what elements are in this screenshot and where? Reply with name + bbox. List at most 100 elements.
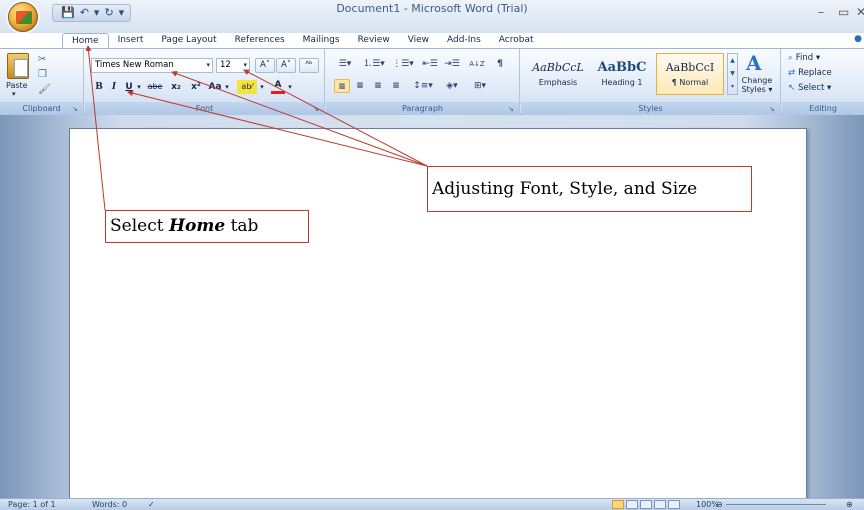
web-layout-view-button[interactable] — [640, 500, 652, 509]
styles-scroll-arrows[interactable]: ▲ ▼ ▾ — [727, 53, 738, 95]
subscript-button[interactable]: x₂ — [167, 80, 185, 94]
full-screen-view-button[interactable] — [626, 500, 638, 509]
view-buttons — [612, 500, 680, 509]
zoom-in-icon[interactable]: ⊕ — [846, 499, 853, 510]
style-normal[interactable]: AaBbCcI ¶ Normal — [656, 53, 724, 95]
style-name-label: Emphasis — [538, 78, 578, 87]
format-painter-icon[interactable]: 🖌 — [38, 84, 51, 95]
paragraph-label: Paragraph — [402, 104, 443, 113]
tab-add-ins[interactable]: Add-Ins — [438, 33, 490, 48]
change-styles-button[interactable]: Change Styles ▾ — [741, 76, 773, 94]
style-sample-text: AaBbCcI — [665, 61, 715, 74]
title-bar: 💾 ↶ ▾ ↻ ▾ Document1 - Microsoft Word (Tr… — [0, 0, 864, 33]
zoom-slider[interactable] — [726, 504, 826, 505]
change-case-button[interactable]: Aa — [207, 80, 223, 94]
tab-home[interactable]: Home — [62, 33, 109, 48]
paste-icon[interactable] — [7, 53, 29, 79]
strikethrough-button[interactable]: abe — [145, 80, 165, 94]
font-name-combo[interactable]: Times New Roman ▾ — [91, 58, 213, 73]
styles-launcher-icon[interactable]: ↘ — [769, 105, 777, 113]
change-case-dropdown-icon[interactable]: ▾ — [223, 80, 231, 94]
align-right-button[interactable]: ≡ — [370, 79, 386, 93]
paragraph-group-label: Paragraph — [326, 102, 519, 115]
replace-icon: ⇄ — [788, 68, 796, 78]
font-color-dropdown-icon[interactable]: ▾ — [286, 80, 294, 94]
print-layout-view-button[interactable] — [612, 500, 624, 509]
style-emphasis[interactable]: AaBbCcL Emphasis — [527, 53, 589, 95]
styles-group-label: Styles — [521, 102, 780, 115]
font-name-dropdown-icon[interactable]: ▾ — [206, 59, 210, 72]
style-heading-1[interactable]: AaBbC Heading 1 — [591, 53, 653, 95]
font-size-value: 12 — [220, 60, 231, 70]
minimize-button[interactable]: – — [818, 5, 824, 19]
tab-acrobat[interactable]: Acrobat — [490, 33, 543, 48]
word-count[interactable]: Words: 0 — [92, 499, 127, 510]
tab-references[interactable]: References — [226, 33, 294, 48]
find-button[interactable]: ⌕ Find ▾ — [788, 53, 820, 63]
ribbon-tabs: Home Insert Page Layout References Maili… — [62, 33, 543, 48]
line-spacing-button[interactable]: ↕≡▾ — [410, 79, 436, 93]
change-styles-icon[interactable]: A — [746, 53, 768, 73]
font-size-combo[interactable]: 12 ▾ — [216, 58, 250, 73]
font-size-dropdown-icon[interactable]: ▾ — [243, 59, 247, 72]
show-marks-button[interactable]: ¶ — [492, 57, 508, 71]
grow-font-button[interactable]: A˄ — [255, 58, 275, 73]
italic-button[interactable]: I — [108, 80, 120, 94]
paste-button-label[interactable]: Paste — [6, 81, 28, 90]
tab-review[interactable]: Review — [349, 33, 399, 48]
page-count[interactable]: Page: 1 of 1 — [8, 499, 56, 510]
maximize-button[interactable]: ▭ — [838, 5, 849, 19]
copy-icon[interactable]: ❐ — [38, 69, 47, 80]
font-label: Font — [195, 104, 214, 113]
font-adjust-callout: Adjusting Font, Style, and Size — [427, 166, 752, 212]
tab-view[interactable]: View — [399, 33, 438, 48]
window-title: Document1 - Microsoft Word (Trial) — [336, 2, 528, 15]
clear-formatting-button[interactable]: ᴬᵇ — [299, 58, 319, 73]
select-button[interactable]: ↖ Select ▾ — [788, 83, 831, 93]
tab-insert[interactable]: Insert — [109, 33, 153, 48]
replace-button[interactable]: ⇄ Replace — [788, 68, 832, 78]
editing-label: Editing — [809, 104, 837, 113]
bold-button[interactable]: B — [93, 80, 105, 94]
underline-button[interactable]: U — [123, 80, 135, 94]
clipboard-label: Clipboard — [22, 104, 61, 113]
shrink-font-button[interactable]: A˅ — [276, 58, 296, 73]
underline-dropdown-icon[interactable]: ▾ — [135, 80, 143, 94]
home-callout-suffix: tab — [225, 216, 259, 236]
shading-button[interactable]: ◈▾ — [440, 79, 464, 93]
increase-indent-button[interactable]: ⇥☰ — [442, 57, 462, 71]
draft-view-button[interactable] — [668, 500, 680, 509]
outline-view-button[interactable] — [654, 500, 666, 509]
styles-label: Styles — [638, 104, 663, 113]
decrease-indent-button[interactable]: ⇤☰ — [420, 57, 440, 71]
cut-icon[interactable]: ✂ — [38, 54, 46, 65]
paragraph-launcher-icon[interactable]: ↘ — [508, 105, 516, 113]
close-button[interactable]: ✕ — [856, 5, 864, 19]
align-left-button[interactable]: ≡ — [334, 79, 350, 93]
borders-button[interactable]: ⊞▾ — [468, 79, 492, 93]
find-label: Find ▾ — [795, 53, 821, 63]
justify-button[interactable]: ≡ — [388, 79, 404, 93]
zoom-out-icon[interactable]: ⊖ — [716, 499, 723, 510]
multilevel-list-button[interactable]: ⋮☰▾ — [390, 57, 416, 71]
font-group: Times New Roman ▾ 12 ▾ A˄ A˅ ᴬᵇ B I U ▾ … — [85, 49, 325, 115]
tab-mailings[interactable]: Mailings — [294, 33, 349, 48]
sort-button[interactable]: A↓Z — [466, 57, 488, 71]
highlight-dropdown-icon[interactable]: ▾ — [258, 80, 266, 94]
superscript-button[interactable]: x² — [187, 80, 205, 94]
align-center-button[interactable]: ≡ — [352, 79, 368, 93]
paragraph-group: ☰▾ ⒈☰▾ ⋮☰▾ ⇤☰ ⇥☰ A↓Z ¶ ≡ ≡ ≡ ≡ ↕≡▾ ◈▾ ⊞▾… — [326, 49, 520, 115]
help-icon[interactable]: ● — [854, 34, 862, 44]
tab-page-layout[interactable]: Page Layout — [152, 33, 225, 48]
ribbon: Paste ▾ ✂ ❐ 🖌 Clipboard ↘ Times New Roma… — [0, 48, 864, 115]
font-color-button[interactable]: A — [271, 80, 285, 94]
proofing-icon[interactable]: ✓ — [148, 499, 155, 510]
highlight-button[interactable]: ab⁄ — [237, 80, 257, 94]
bullets-button[interactable]: ☰▾ — [332, 57, 358, 71]
clipboard-launcher-icon[interactable]: ↘ — [72, 105, 80, 113]
paste-dropdown-icon[interactable]: ▾ — [12, 90, 16, 98]
style-sample-text: AaBbCcL — [532, 61, 584, 74]
select-label: Select ▾ — [798, 83, 832, 93]
numbering-button[interactable]: ⒈☰▾ — [360, 57, 388, 71]
font-launcher-icon[interactable]: ↘ — [313, 105, 321, 113]
